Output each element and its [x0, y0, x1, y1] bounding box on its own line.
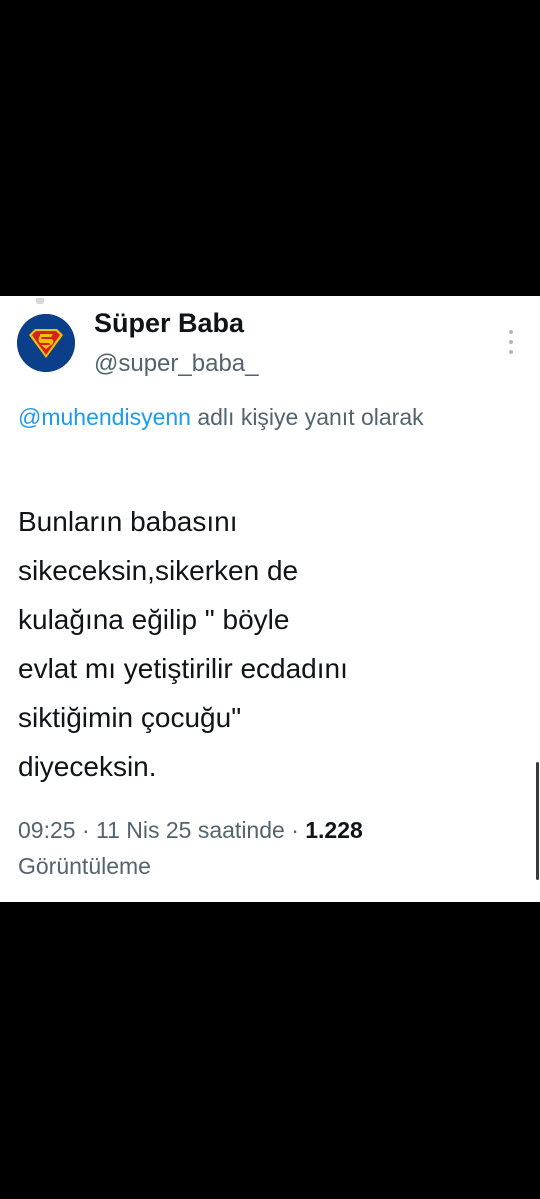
tweet-timestamp[interactable]: 09:25 · 11 Nis 25 saatinde · [18, 817, 305, 843]
avatar[interactable] [17, 314, 75, 372]
views-label: Görüntüleme [18, 853, 151, 879]
superman-logo-icon [17, 314, 75, 372]
reply-context-label: adlı kişiye yanıt olarak [190, 404, 424, 430]
card-edge-marker [36, 298, 44, 304]
author-display-name[interactable]: Süper Baba [94, 308, 244, 339]
views-count: 1.228 [305, 817, 363, 843]
tweet-text: Bunların babasını sikeceksin,sikerken de… [18, 506, 348, 782]
scrollbar[interactable] [536, 762, 539, 880]
more-options-icon[interactable] [504, 330, 518, 354]
reply-context: @muhendisyenn adlı kişiye yanıt olarak [18, 400, 523, 435]
reply-mention-link[interactable]: @muhendisyenn [18, 404, 191, 430]
tweet-meta: 09:25 · 11 Nis 25 saatinde · 1.228 Görün… [18, 812, 523, 884]
author-handle[interactable]: @super_baba_ [94, 350, 258, 378]
